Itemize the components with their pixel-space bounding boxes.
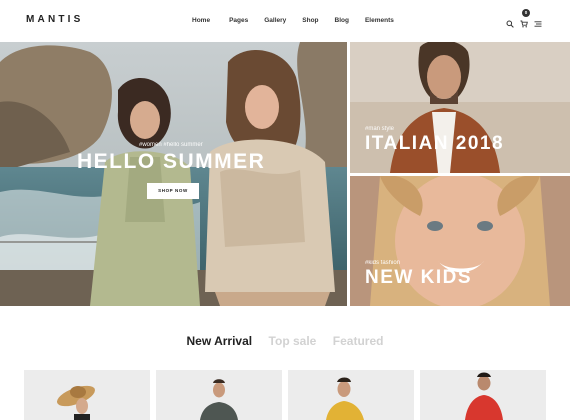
product-image [420,370,546,420]
tab-top-sale[interactable]: Top sale [269,334,317,348]
nav-home[interactable]: Home [192,17,210,24]
hero-italian-tag[interactable]: #man style [365,126,394,132]
hero-section: #women #hello summer HELLO SUMMER SHOP N… [0,42,570,306]
main-nav: Home Pages Gallery Shop Blog Elements [192,17,410,24]
product-tabs: New Arrival Top sale Featured [0,332,570,350]
nav-elements[interactable]: Elements [365,17,394,24]
hero-main-title: HELLO SUMMER [77,150,266,173]
nav-gallery[interactable]: Gallery [264,17,286,24]
product-grid [24,370,546,420]
product-card-hat-woman[interactable] [24,370,150,420]
cart-icon[interactable]: 0 [520,9,530,28]
tab-new-arrival[interactable]: New Arrival [187,334,253,348]
tab-featured[interactable]: Featured [333,334,384,348]
product-card-man-red-polo[interactable] [420,370,546,420]
hero-kids-tag[interactable]: #kids fashion [365,260,400,266]
nav-shop[interactable]: Shop [302,17,318,24]
nav-pages[interactable]: Pages [229,17,248,24]
cart-count-badge: 0 [522,9,530,17]
hero-main-tags[interactable]: #women #hello summer [139,142,203,148]
shop-now-button[interactable]: SHOP NOW [147,183,199,199]
product-card-man-yellow-shirt[interactable] [288,370,414,420]
product-card-man-dark-shirt[interactable] [156,370,282,420]
product-image [156,370,282,420]
hero-banner-summer[interactable]: #women #hello summer HELLO SUMMER SHOP N… [0,42,347,306]
product-image [24,370,150,420]
hero-banner-kids[interactable]: #kids fashion NEW KIDS [350,176,570,306]
hero-banner-italian[interactable]: #man style ITALIAN 2018 [350,42,570,173]
site-header: MANTIS Home Pages Gallery Shop Blog Elem… [0,0,570,42]
hero-kids-title: NEW KIDS [365,267,472,288]
menu-icon[interactable] [534,15,542,27]
nav-blog[interactable]: Blog [335,17,349,24]
hero-italian-title: ITALIAN 2018 [365,133,505,154]
product-image [288,370,414,420]
search-icon[interactable] [506,15,514,28]
site-logo[interactable]: MANTIS [26,14,84,25]
hero-summer-image [0,42,347,306]
header-icons: 0 [506,9,542,28]
